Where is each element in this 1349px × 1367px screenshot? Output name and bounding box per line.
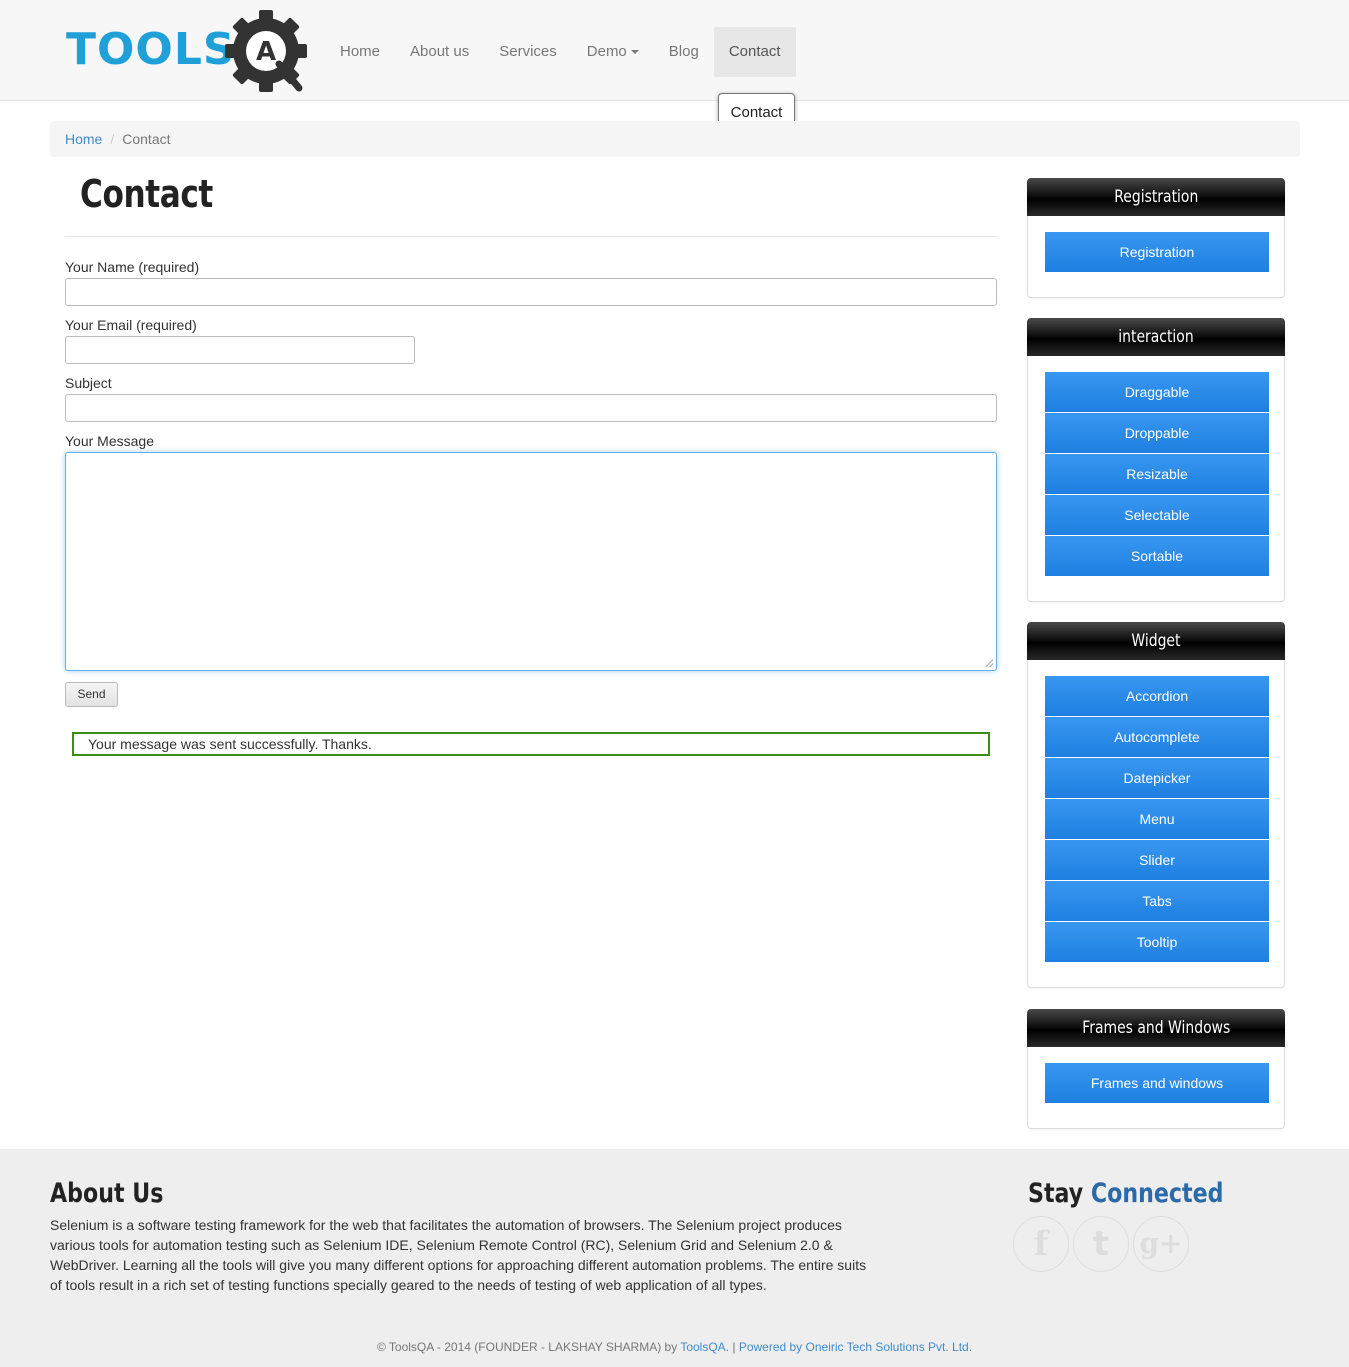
frames-and-windows-link[interactable]: Frames and windows [1045, 1063, 1269, 1103]
selectable-link[interactable]: Selectable [1045, 495, 1269, 535]
copyright-text: © ToolsQA - 2014 (FOUNDER - LAKSHAY SHAR… [376, 1340, 681, 1354]
email-input[interactable] [65, 336, 415, 364]
widget-widget-title: Widget [1027, 622, 1285, 660]
google-plus-icon[interactable]: g+ [1133, 1216, 1189, 1272]
frames-widget-title: Frames and Windows [1027, 1009, 1285, 1047]
breadcrumb: Home / Contact [50, 121, 1300, 157]
registration-widget-title: Registration [1027, 178, 1285, 216]
registration-widget: Registration Registration [1027, 178, 1285, 298]
title-divider [65, 236, 997, 237]
draggable-link[interactable]: Draggable [1045, 372, 1269, 412]
nav-home[interactable]: Home [325, 27, 395, 77]
main-nav: Home About us Services Demo Blog Contact [325, 27, 796, 77]
resize-handle-icon[interactable] [985, 659, 993, 667]
interaction-widget: interaction Draggable Droppable Resizabl… [1027, 318, 1285, 602]
tooltip-link[interactable]: Tooltip [1045, 922, 1269, 962]
page-title: Contact [80, 172, 213, 216]
droppable-link[interactable]: Droppable [1045, 413, 1269, 453]
logo-letter: A [256, 37, 276, 67]
resizable-link[interactable]: Resizable [1045, 454, 1269, 494]
menu-link[interactable]: Menu [1045, 799, 1269, 839]
toolsqa-link[interactable]: ToolsQA [680, 1340, 725, 1354]
message-label: Your Message [65, 433, 154, 449]
nav-about-us[interactable]: About us [395, 27, 484, 77]
email-label: Your Email (required) [65, 317, 197, 333]
message-textarea[interactable] [65, 452, 997, 671]
frames-widget: Frames and Windows Frames and windows [1027, 1009, 1285, 1129]
copyright: © ToolsQA - 2014 (FOUNDER - LAKSHAY SHAR… [0, 1340, 1349, 1354]
autocomplete-link[interactable]: Autocomplete [1045, 717, 1269, 757]
about-us-text: Selenium is a software testing framework… [50, 1217, 867, 1293]
logo-text: TOOLS [66, 24, 236, 75]
accordion-link[interactable]: Accordion [1045, 676, 1269, 716]
gear-logo-icon: A [225, 10, 307, 92]
breadcrumb-current: Contact [122, 131, 171, 147]
twitter-icon[interactable]: t [1073, 1216, 1129, 1272]
widget-widget: Widget Accordion Autocomplete Datepicker… [1027, 622, 1285, 988]
toolsqa-logo[interactable]: TOOLS A [66, 6, 311, 96]
subject-label: Subject [65, 375, 112, 391]
name-label: Your Name (required) [65, 259, 200, 275]
success-message: Your message was sent successfully. Than… [72, 732, 990, 756]
copyright-separator: . | [725, 1340, 739, 1354]
interaction-widget-title: interaction [1027, 318, 1285, 356]
nav-services[interactable]: Services [484, 27, 572, 77]
send-button[interactable]: Send [65, 682, 118, 707]
breadcrumb-home-link[interactable]: Home [65, 131, 102, 147]
site-footer: About Us Selenium is a software testing … [0, 1149, 1349, 1367]
site-header: TOOLS A Home About us Services Demo Blog… [0, 0, 1349, 101]
powered-by-link[interactable]: Powered by Oneiric Tech Solutions Pvt. L… [739, 1340, 972, 1354]
nav-demo[interactable]: Demo [572, 27, 654, 77]
nav-contact[interactable]: Contact [713, 27, 796, 77]
breadcrumb-separator: / [110, 131, 115, 147]
nav-demo-label: Demo [586, 43, 627, 60]
about-us-title: About Us [50, 1178, 164, 1209]
sortable-link[interactable]: Sortable [1045, 536, 1269, 576]
nav-blog[interactable]: Blog [654, 27, 714, 77]
facebook-icon[interactable]: f [1013, 1216, 1069, 1272]
subject-input[interactable] [65, 394, 997, 422]
stay-connected-title: Stay Connected [1028, 1178, 1224, 1209]
tabs-link[interactable]: Tabs [1045, 881, 1269, 921]
registration-button[interactable]: Registration [1045, 232, 1269, 272]
datepicker-link[interactable]: Datepicker [1045, 758, 1269, 798]
slider-link[interactable]: Slider [1045, 840, 1269, 880]
caret-down-icon [630, 50, 639, 55]
name-input[interactable] [65, 278, 997, 306]
